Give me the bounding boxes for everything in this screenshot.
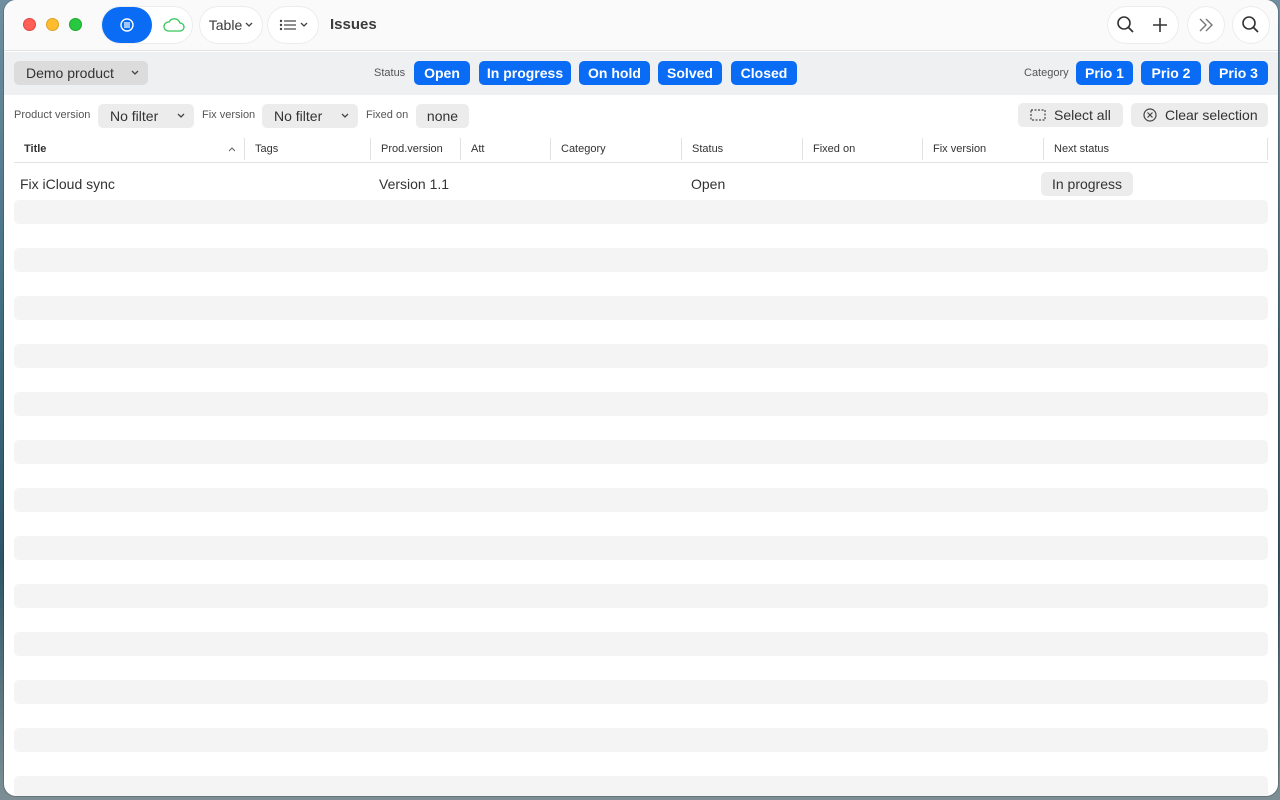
view-mode-label: Table [208, 17, 243, 33]
category-prio1-button[interactable]: Prio 1 [1076, 61, 1133, 85]
search-add-group [1108, 7, 1178, 43]
cloud-icon [163, 18, 185, 32]
status-open-button[interactable]: Open [414, 61, 470, 85]
chevron-down-icon [300, 22, 307, 27]
search-icon [1117, 16, 1134, 33]
empty-row [14, 440, 1268, 464]
category-label: Category [1024, 67, 1069, 79]
column-header-fix-version[interactable]: Fix version [923, 138, 1044, 160]
empty-row [14, 776, 1268, 796]
minimize-window-button[interactable] [46, 18, 59, 31]
column-header-status[interactable]: Status [682, 138, 803, 160]
column-header-title[interactable]: Title [14, 138, 245, 160]
fixed-on-select[interactable]: none [416, 104, 469, 128]
chevrons-right-icon [1199, 18, 1213, 32]
version-filter-row: Product version No filter Fix version No… [4, 95, 1278, 135]
empty-row [14, 296, 1268, 320]
search-icon [1242, 16, 1259, 33]
fix-version-select[interactable]: No filter [262, 104, 358, 128]
fixed-on-value: none [426, 108, 459, 124]
selection-rectangle-icon [1030, 109, 1046, 121]
column-header-fixed-on[interactable]: Fixed on [803, 138, 923, 160]
product-version-value: No filter [110, 108, 159, 124]
status-closed-button[interactable]: Closed [731, 61, 797, 85]
column-header-prod-version[interactable]: Prod.version [371, 138, 461, 160]
fixed-on-label: Fixed on [366, 109, 409, 121]
cell-prod-version: Version 1.1 [379, 176, 450, 192]
empty-row [14, 248, 1268, 272]
list-icon [120, 18, 134, 32]
titlebar: Table Issues [4, 0, 1278, 51]
app-window: Table Issues Demo product Status Open In… [4, 0, 1278, 796]
empty-row [14, 344, 1268, 368]
cell-title: Fix iCloud sync [20, 176, 115, 192]
next-status-button[interactable]: In progress [1041, 172, 1133, 196]
status-label: Status [374, 67, 406, 79]
sort-ascending-icon [228, 147, 236, 152]
fix-version-value: No filter [274, 108, 323, 124]
empty-row [14, 680, 1268, 704]
status-on-hold-button[interactable]: On hold [579, 61, 650, 85]
product-dropdown[interactable]: Demo product [14, 61, 148, 85]
columns-dropdown[interactable] [268, 7, 318, 43]
empty-row [14, 536, 1268, 560]
column-header-next-status[interactable]: Next status [1044, 138, 1268, 160]
product-label: Demo product [26, 65, 114, 81]
status-in-progress-button[interactable]: In progress [479, 61, 571, 85]
select-all-label: Select all [1054, 107, 1111, 123]
status-solved-button[interactable]: Solved [658, 61, 722, 85]
search-button[interactable] [1116, 15, 1136, 40]
filter-bar: Demo product Status Open In progress On … [4, 52, 1278, 95]
empty-row [14, 200, 1268, 224]
local-list-button[interactable] [102, 7, 152, 43]
select-all-button[interactable]: Select all [1018, 103, 1123, 127]
product-version-select[interactable]: No filter [98, 104, 194, 128]
table-header: Title Tags Prod.version Att Category Sta… [14, 138, 1268, 163]
cell-status: Open [691, 176, 726, 192]
empty-row [14, 584, 1268, 608]
product-version-label: Product version [14, 109, 91, 121]
close-window-button[interactable] [23, 18, 36, 31]
empty-row [14, 728, 1268, 752]
empty-row [14, 488, 1268, 512]
cloud-button[interactable] [156, 7, 192, 43]
source-segmented-control [102, 7, 192, 43]
column-header-label: Title [24, 143, 47, 155]
clear-selection-button[interactable]: Clear selection [1131, 103, 1268, 127]
chevron-down-icon [341, 113, 349, 118]
maximize-window-button[interactable] [69, 18, 82, 31]
clear-circle-x-icon [1143, 108, 1157, 122]
chevron-down-icon [245, 22, 253, 27]
column-header-att[interactable]: Att [461, 138, 551, 160]
add-issue-button[interactable] [1150, 15, 1170, 40]
chevron-down-icon [177, 113, 185, 118]
chevron-down-icon [131, 70, 139, 75]
view-mode-dropdown[interactable]: Table [200, 7, 262, 43]
empty-row [14, 632, 1268, 656]
plus-icon [1153, 18, 1167, 32]
fix-version-label: Fix version [202, 109, 256, 121]
expand-sidebar-button[interactable] [1188, 7, 1224, 43]
columns-icon [279, 19, 296, 31]
window-title: Issues [330, 16, 377, 33]
global-search-button[interactable] [1233, 7, 1269, 43]
column-header-tags[interactable]: Tags [245, 138, 371, 160]
category-prio2-button[interactable]: Prio 2 [1141, 61, 1201, 85]
category-prio3-button[interactable]: Prio 3 [1209, 61, 1268, 85]
clear-selection-label: Clear selection [1165, 107, 1258, 123]
column-header-category[interactable]: Category [551, 138, 682, 160]
empty-row [14, 392, 1268, 416]
